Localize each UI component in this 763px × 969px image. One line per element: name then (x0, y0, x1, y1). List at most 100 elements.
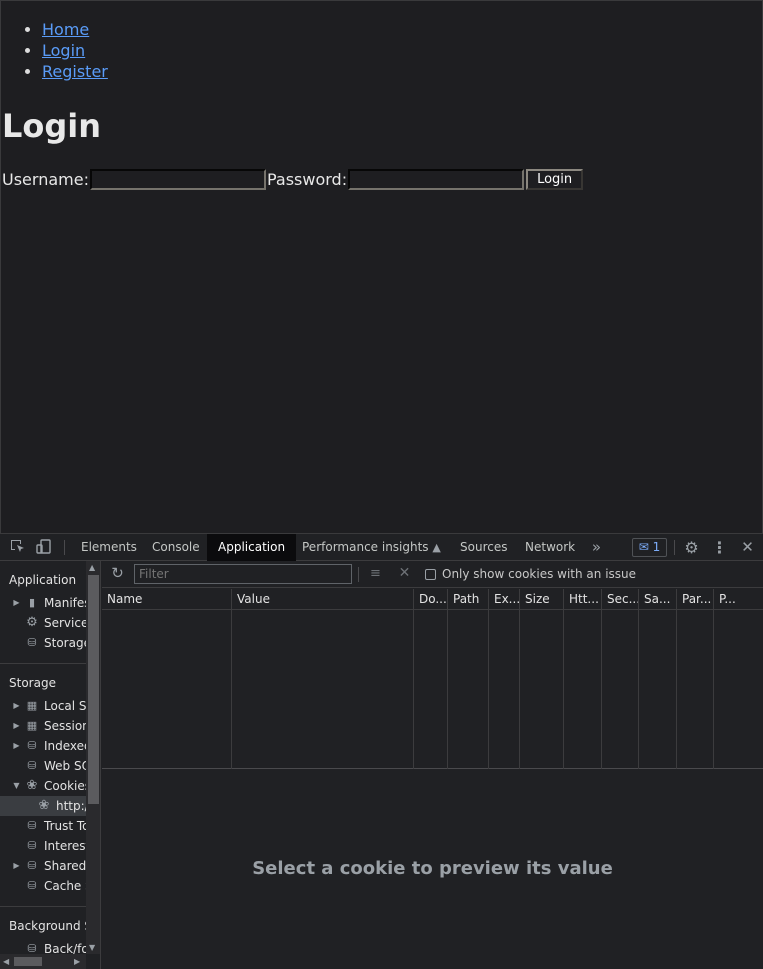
tab-sources[interactable]: Sources (449, 534, 518, 561)
sidebar-item-local-storage[interactable]: ▶ ▦ Local Storage (0, 696, 86, 716)
expand-arrow-icon[interactable]: ▶ (12, 696, 21, 716)
expand-arrow-icon[interactable]: ▶ (12, 593, 21, 613)
column-header-path[interactable]: Path (448, 589, 488, 610)
sidebar-divider (0, 906, 86, 907)
sidebar-item-back-forward-cache[interactable]: ⛁ Back/forward cache (0, 939, 86, 954)
column-divider (447, 589, 448, 769)
column-header-priority[interactable]: P... (714, 589, 763, 610)
login-button[interactable]: Login (526, 168, 584, 190)
only-show-issues-checkbox[interactable]: Only show cookies with an issue (425, 567, 636, 581)
sidebar-hscrollbar-thumb[interactable] (14, 957, 42, 966)
cookies-table: Name Value Do... Path Ex... Size Htt... … (102, 589, 763, 769)
column-divider (519, 589, 520, 769)
scroll-left-arrow-icon[interactable]: ◀ (3, 957, 9, 966)
sidebar-item-label: Local Storage (44, 699, 86, 713)
column-header-partition-key[interactable]: Par... (677, 589, 713, 610)
database-icon: ⛁ (27, 759, 37, 772)
sidebar-item-service-workers[interactable]: ⚙ Service workers (0, 613, 86, 633)
collapse-arrow-icon[interactable]: ▼ (12, 776, 21, 796)
sidebar-item-storage[interactable]: ⛁ Storage (0, 633, 86, 653)
nav-link-register[interactable]: Register (42, 62, 108, 81)
sidebar-divider (0, 663, 86, 664)
password-field[interactable] (348, 168, 525, 190)
database-icon: ⛁ (27, 879, 37, 892)
grid-icon: ▦ (26, 719, 38, 732)
tab-performance-insights[interactable]: Performance insights ▲ (291, 534, 452, 561)
scroll-down-arrow-icon[interactable]: ▼ (89, 943, 95, 952)
tab-network[interactable]: Network (514, 534, 586, 561)
column-header-name[interactable]: Name (102, 589, 231, 610)
column-divider (413, 589, 414, 769)
column-divider (638, 589, 639, 769)
cookie-icon: ❀ (38, 798, 50, 813)
close-icon[interactable]: ✕ (739, 539, 756, 556)
cookies-toolbar: ↻ ≡ ✕ Only show cookies with an issue (102, 561, 763, 588)
database-icon: ⛁ (27, 636, 37, 649)
cookie-icon: ❀ (26, 778, 38, 793)
column-header-secure[interactable]: Sec... (602, 589, 638, 610)
scroll-right-arrow-icon[interactable]: ▶ (74, 957, 80, 966)
column-divider (231, 589, 232, 769)
database-icon: ⛁ (27, 839, 37, 852)
sidebar-item-label: Manifest (44, 596, 86, 610)
sidebar-item-indexeddb[interactable]: ▶ ⛁ IndexedDB (0, 736, 86, 756)
tab-elements[interactable]: Elements (70, 534, 148, 561)
nav-item-register: Register (42, 61, 108, 82)
file-icon: ▮ (28, 596, 36, 609)
sidebar-item-label: IndexedDB (44, 739, 86, 753)
sidebar-item-trust-tokens[interactable]: ⛁ Trust Tokens (0, 816, 86, 836)
column-divider (563, 589, 564, 769)
column-header-value[interactable]: Value (232, 589, 413, 610)
username-field[interactable] (89, 168, 266, 190)
sidebar-item-manifest[interactable]: ▶ ▮ Manifest (0, 593, 86, 613)
settings-gear-icon[interactable]: ⚙ (683, 539, 700, 556)
refresh-icon[interactable]: ↻ (109, 565, 126, 582)
sidebar-item-session-storage[interactable]: ▶ ▦ Session Storage (0, 716, 86, 736)
nav-item-login: Login (42, 40, 108, 61)
page-viewport: Home Login Register Login Username: Pass… (0, 0, 763, 534)
expand-arrow-icon[interactable]: ▶ (12, 716, 21, 736)
column-header-expires[interactable]: Ex... (489, 589, 519, 610)
sidebar-item-label: Cookies (44, 779, 86, 793)
toolbar-divider (358, 567, 359, 582)
issues-badge[interactable]: ✉ 1 (632, 538, 667, 557)
sidebar-item-label: Storage (44, 636, 86, 650)
database-icon: ⛁ (27, 739, 37, 752)
filter-input[interactable] (134, 564, 352, 584)
nav-link-home[interactable]: Home (42, 20, 89, 39)
nav-link-login[interactable]: Login (42, 41, 85, 60)
column-header-size[interactable]: Size (520, 589, 563, 610)
sidebar-item-cookie-origin[interactable]: ❀ http:// (0, 796, 86, 816)
sidebar-scrollbar-thumb[interactable] (88, 575, 99, 804)
scroll-up-arrow-icon[interactable]: ▲ (89, 563, 95, 572)
expand-arrow-icon[interactable]: ▶ (12, 736, 21, 756)
column-header-samesite[interactable]: Sa... (639, 589, 676, 610)
sidebar-item-interest-groups[interactable]: ⛁ Interest groups (0, 836, 86, 856)
sidebar-item-label: Trust Tokens (44, 819, 86, 833)
cookie-preview-pane: Select a cookie to preview its value (102, 770, 763, 969)
delete-selected-icon[interactable]: ✕ (396, 565, 413, 582)
clear-filtered-cookies-icon[interactable]: ≡ (367, 565, 384, 582)
sidebar-item-web-sql[interactable]: ⛁ Web SQL (0, 756, 86, 776)
sidebar-header-background-services: Background Services (9, 919, 86, 933)
sidebar-item-cache-storage[interactable]: ⛁ Cache Storage (0, 876, 86, 896)
checkbox-box[interactable] (425, 568, 436, 580)
more-tabs-icon[interactable]: » (588, 539, 605, 556)
login-form: Username: Password: Login (2, 168, 584, 190)
preview-placeholder-message: Select a cookie to preview its value (252, 858, 613, 879)
sidebar-item-label: Service workers (44, 616, 86, 630)
sidebar-item-cookies[interactable]: ▼ ❀ Cookies (0, 776, 86, 796)
sidebar-item-shared-storage[interactable]: ▶ ⛁ Shared storage (0, 856, 86, 876)
tab-console[interactable]: Console (141, 534, 211, 561)
column-header-domain[interactable]: Do... (414, 589, 447, 610)
more-options-icon[interactable]: ⋮ (711, 539, 728, 556)
device-toolbar-icon[interactable] (35, 539, 52, 556)
expand-arrow-icon[interactable]: ▶ (12, 856, 21, 876)
inspect-element-icon[interactable] (9, 539, 26, 556)
nav-item-home: Home (42, 19, 108, 40)
column-header-httponly[interactable]: Htt... (564, 589, 601, 610)
gear-icon: ⚙ (26, 615, 38, 630)
issues-count: 1 (652, 540, 661, 554)
tab-application[interactable]: Application (207, 534, 297, 561)
database-icon: ⛁ (27, 942, 37, 954)
